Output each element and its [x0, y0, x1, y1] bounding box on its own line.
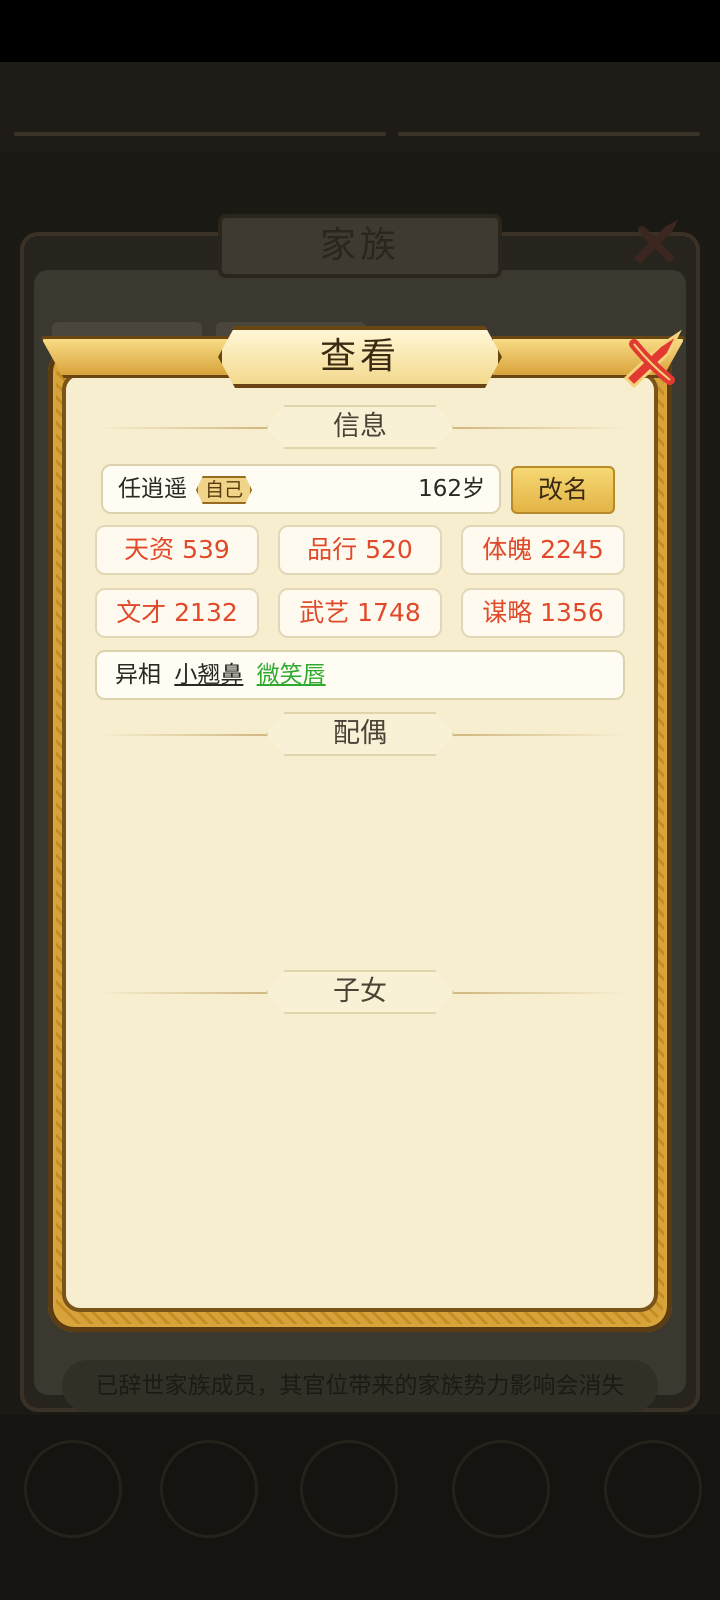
rename-button[interactable]: 改名	[511, 466, 615, 514]
close-button[interactable]	[620, 328, 684, 392]
background-header	[0, 62, 720, 152]
stat-strategy: 谋略 1356	[461, 588, 625, 638]
member-name: 任逍遥	[118, 476, 187, 502]
children-list	[96, 1018, 626, 1278]
family-panel-title: 家族	[218, 214, 502, 278]
background-resource-chip	[398, 132, 700, 136]
features-label: 异相	[115, 662, 161, 688]
status-bar	[0, 0, 720, 62]
section-header-children: 子女	[266, 970, 454, 1014]
spouse-list	[96, 760, 626, 960]
background-resource-chip	[14, 132, 386, 136]
stat-aptitude: 天资 539	[95, 525, 259, 575]
features-row: 异相 小翘鼻 微笑唇	[95, 650, 625, 700]
background-nav-icon	[160, 1440, 258, 1538]
dialog-title-wing-left	[40, 336, 236, 378]
member-age: 162岁	[418, 476, 485, 502]
family-note: 已辞世家族成员，其官位带来的家族势力影响会消失	[62, 1360, 658, 1412]
feature-link-2[interactable]: 微笑唇	[257, 662, 326, 688]
stat-physique: 体魄 2245	[461, 525, 625, 575]
stat-conduct: 品行 520	[278, 525, 442, 575]
stat-martial: 武艺 1748	[278, 588, 442, 638]
self-badge: 自己	[196, 476, 252, 504]
feature-link-1[interactable]: 小翘鼻	[174, 662, 243, 688]
background-nav-icon	[300, 1440, 398, 1538]
family-close-icon	[626, 212, 686, 272]
background-nav-icon	[24, 1440, 122, 1538]
background-nav-icon	[604, 1440, 702, 1538]
dialog-title: 查看	[218, 326, 502, 388]
background-nav-icon	[452, 1440, 550, 1538]
close-icon	[623, 329, 682, 389]
section-header-spouse: 配偶	[266, 712, 454, 756]
section-header-info: 信息	[266, 405, 454, 449]
stat-literary: 文才 2132	[95, 588, 259, 638]
